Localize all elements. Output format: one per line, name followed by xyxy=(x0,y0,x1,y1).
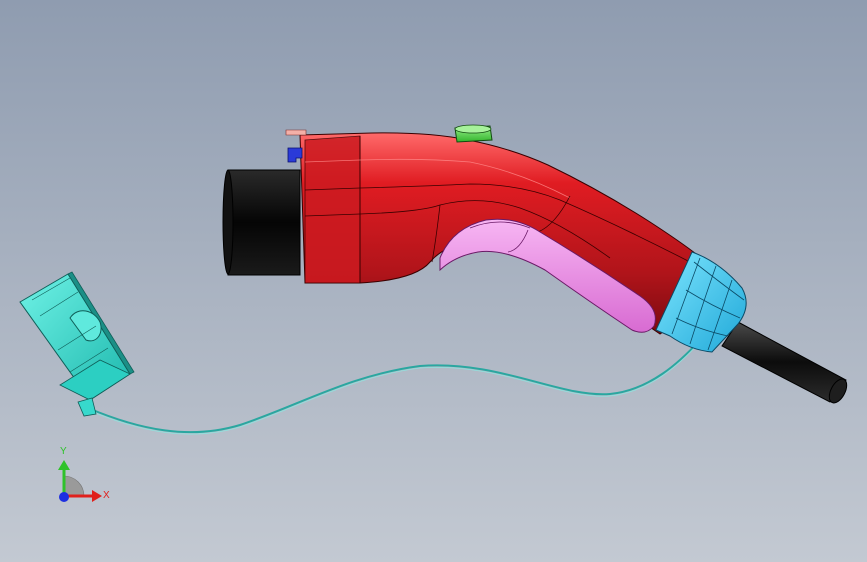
dust-cap[interactable] xyxy=(19,271,135,417)
coordinate-triad: Y X xyxy=(58,446,110,502)
z-axis-dot xyxy=(59,492,69,502)
tether-cord[interactable] xyxy=(87,339,701,434)
x-axis-arrowhead xyxy=(92,490,102,502)
model-scene[interactable]: Y X xyxy=(0,0,867,562)
y-axis-label: Y xyxy=(60,446,67,457)
connector-head[interactable] xyxy=(222,169,301,276)
release-button[interactable] xyxy=(454,124,493,143)
x-axis-label: X xyxy=(103,490,110,501)
power-cable[interactable] xyxy=(721,321,850,406)
y-axis-arrowhead xyxy=(58,460,70,470)
graphics-viewport[interactable]: Y X xyxy=(0,0,867,562)
